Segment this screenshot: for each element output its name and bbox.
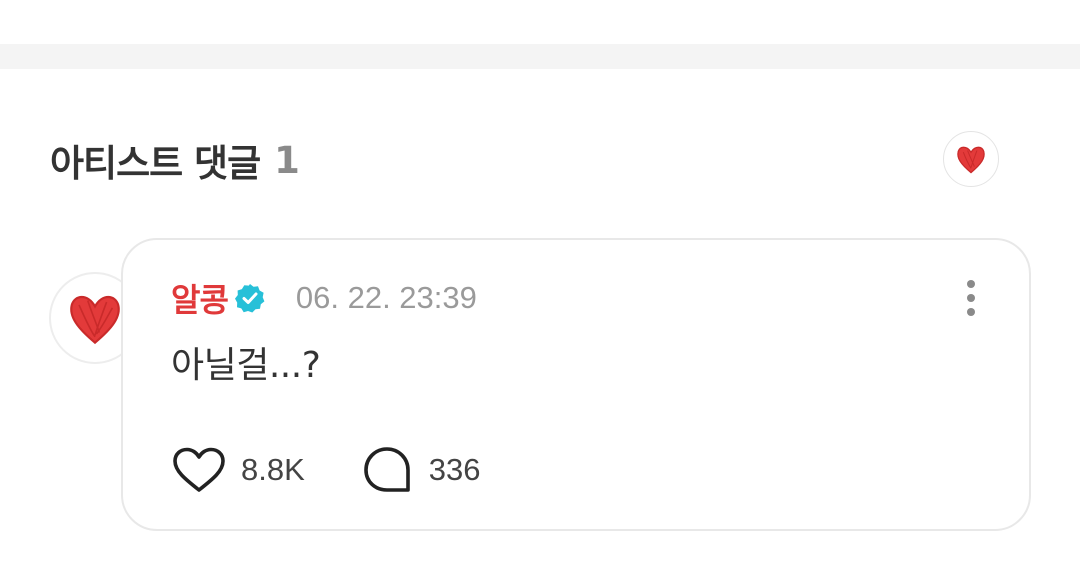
reply-count: 336 bbox=[428, 452, 481, 487]
verified-check-icon bbox=[234, 284, 265, 313]
section-divider bbox=[0, 44, 1080, 69]
red-heart-icon bbox=[957, 146, 985, 174]
like-button[interactable]: 8.8K bbox=[171, 444, 305, 496]
section-title: 아티스트 댓글 bbox=[50, 142, 261, 185]
reply-button[interactable]: 336 bbox=[359, 444, 481, 496]
comment-actions: 8.8K 336 bbox=[171, 444, 481, 496]
comment-count: 1 bbox=[274, 138, 300, 182]
artist-heart-badge[interactable] bbox=[943, 131, 999, 187]
more-options-button[interactable] bbox=[951, 276, 991, 320]
section-header: 아티스트 댓글 1 bbox=[50, 134, 300, 186]
like-count: 8.8K bbox=[241, 452, 305, 487]
more-vertical-icon bbox=[967, 280, 975, 288]
more-dot bbox=[967, 308, 975, 316]
comment-timestamp: 06. 22. 23:39 bbox=[295, 280, 477, 315]
more-dot bbox=[967, 294, 975, 302]
artist-comments-page: 아티스트 댓글 1 알콩 06. 22. 23:39 아닐걸...? 8.8K … bbox=[0, 0, 1080, 570]
comment-card: 알콩 06. 22. 23:39 아닐걸...? 8.8K 336 bbox=[121, 238, 1031, 531]
heart-outline-icon bbox=[171, 444, 227, 496]
comment-header: 알콩 06. 22. 23:39 bbox=[171, 276, 477, 320]
red-heart-icon bbox=[70, 295, 120, 345]
author-name[interactable]: 알콩 bbox=[171, 275, 229, 321]
speech-bubble-icon bbox=[359, 444, 415, 496]
comment-text: 아닐걸...? bbox=[171, 345, 321, 386]
